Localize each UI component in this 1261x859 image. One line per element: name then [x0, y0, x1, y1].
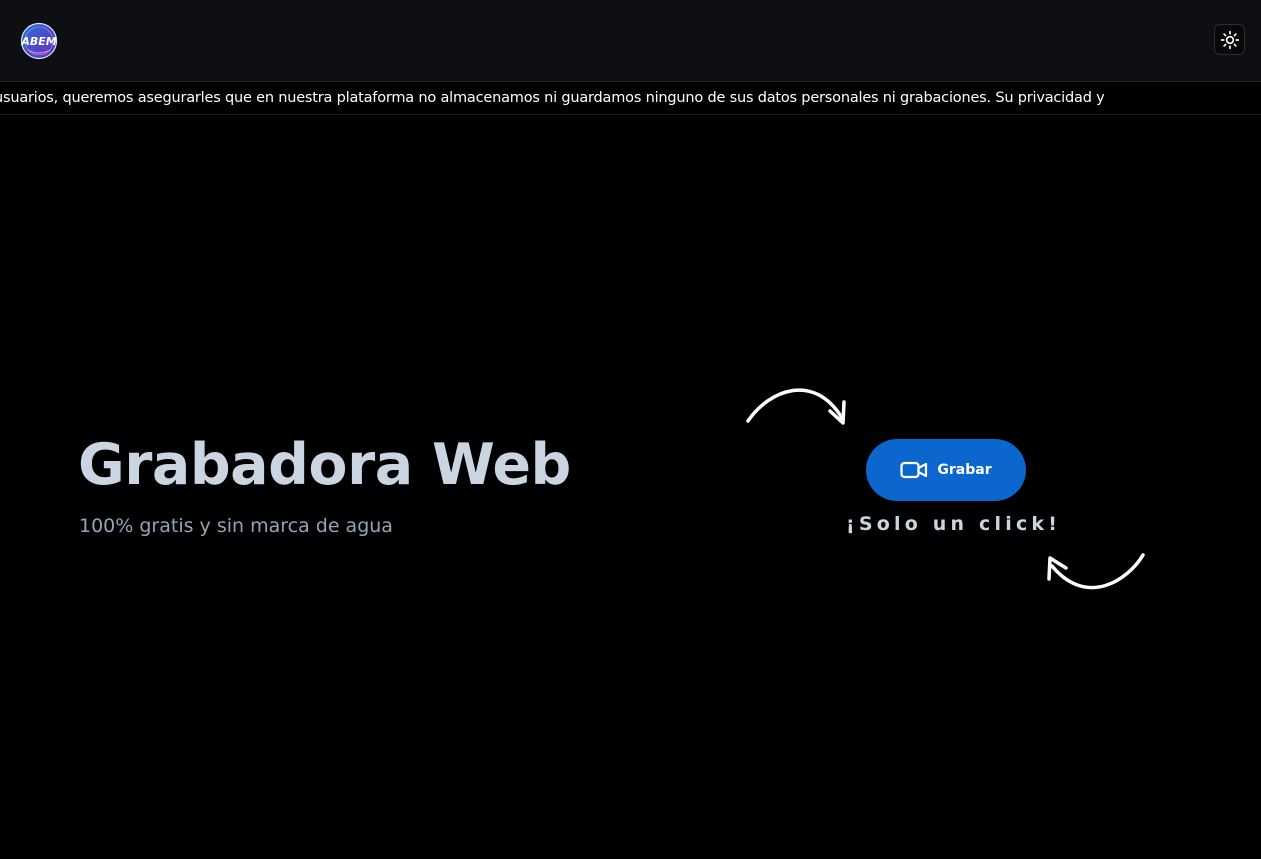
page-subtitle: 100% gratis y sin marca de agua [79, 515, 393, 537]
one-click-tagline: ¡Solo un click! [846, 513, 1062, 535]
record-button[interactable]: Grabar [866, 439, 1026, 501]
abem-logo[interactable]: ABEM [19, 22, 59, 60]
record-button-label: Grabar [937, 462, 992, 478]
top-navbar: ABEM [0, 0, 1261, 82]
privacy-notice-marquee: usuarios, queremos asegurarles que en nu… [0, 82, 1261, 115]
video-camera-icon [900, 460, 928, 480]
curved-arrow-icon [1047, 553, 1145, 590]
privacy-notice-text: usuarios, queremos asegurarles que en nu… [0, 90, 1105, 106]
curved-arrow-icon [746, 388, 846, 425]
logo-lettering: ABEM [20, 35, 56, 48]
theme-toggle-button[interactable] [1214, 24, 1245, 55]
page-title: Grabadora Web [78, 432, 571, 498]
sun-icon [1220, 30, 1240, 50]
